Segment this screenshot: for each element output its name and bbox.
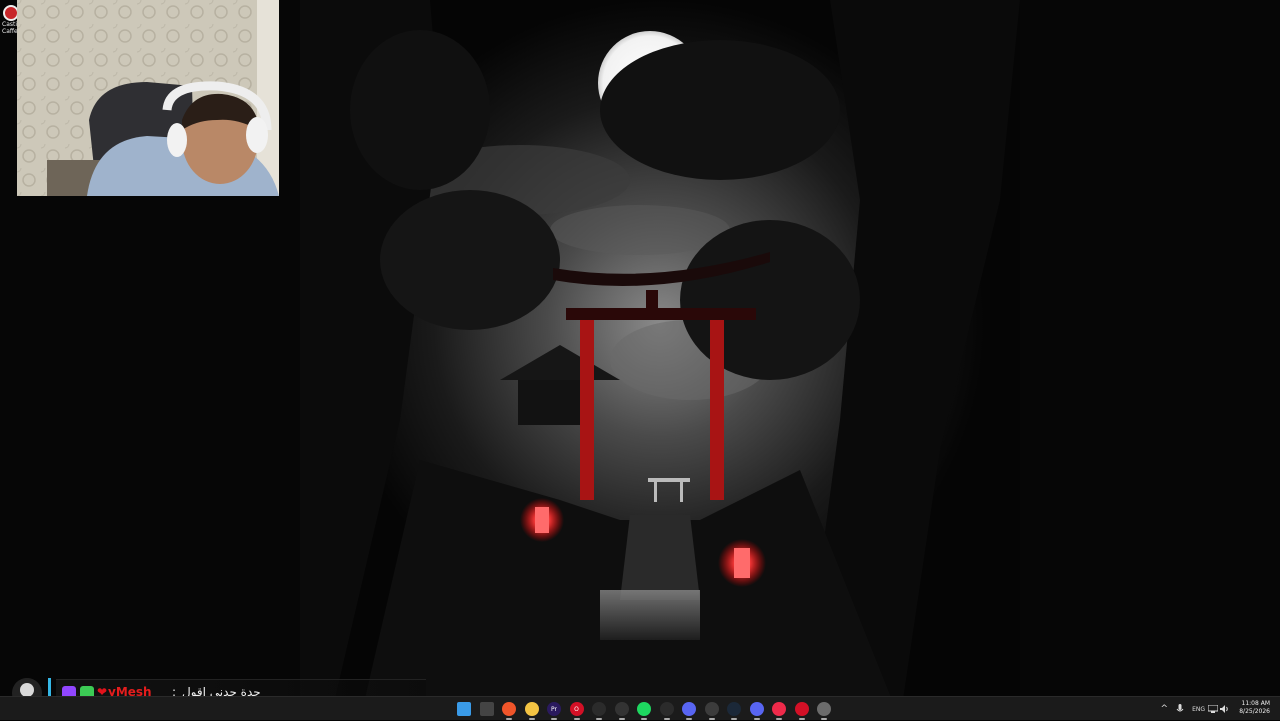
gamepad-icon xyxy=(614,702,629,716)
language-indicator[interactable]: ENG xyxy=(1192,697,1205,721)
clock-date: 8/25/2026 xyxy=(1239,708,1270,715)
webcam-feed xyxy=(17,0,279,196)
network-icon[interactable] xyxy=(1208,697,1218,721)
premiere-icon: Pr xyxy=(547,702,561,716)
opera-icon: O xyxy=(569,702,584,716)
red-app-icon xyxy=(794,702,809,716)
taskbar-app-discord-2[interactable] xyxy=(748,700,766,720)
taskbar-app-spotify[interactable] xyxy=(635,700,653,720)
opera-gx-icon xyxy=(772,702,786,716)
taskbar-app-capcut[interactable] xyxy=(658,700,676,720)
taskbar-app-file-explorer[interactable] xyxy=(523,700,541,720)
gear-icon xyxy=(817,702,831,716)
microphone-icon[interactable] xyxy=(1176,697,1184,721)
taskbar-app-start[interactable] xyxy=(455,700,473,718)
spotify-icon xyxy=(637,702,651,716)
taskbar-app-premiere[interactable]: Pr xyxy=(545,700,563,720)
taskbar-app-steam[interactable] xyxy=(725,700,743,720)
taskbar-app-opera-gx[interactable] xyxy=(770,700,788,720)
taskbar-app-app-red[interactable] xyxy=(793,700,811,720)
taskbar-app-obs[interactable] xyxy=(590,700,608,720)
taskbar-app-gaming[interactable] xyxy=(613,700,631,720)
discord-icon xyxy=(749,702,764,716)
folder-icon xyxy=(524,702,539,716)
taskbar-app-chrome[interactable] xyxy=(703,700,721,720)
task-view-icon xyxy=(479,702,494,716)
windows-logo-icon xyxy=(457,702,471,716)
taskbar-apps: Pr O xyxy=(455,700,833,720)
discord-icon xyxy=(682,702,696,716)
webcam-overlay xyxy=(17,0,279,196)
taskbar-app-opera[interactable]: O xyxy=(568,700,586,720)
capcut-icon xyxy=(659,702,674,716)
taskbar: Pr O ^ ENG 11:08 AM 8/25/2026 xyxy=(0,696,1280,720)
clock-time: 11:08 AM xyxy=(1241,700,1270,707)
taskbar-app-task-view[interactable] xyxy=(478,700,496,718)
volume-icon[interactable] xyxy=(1220,697,1230,721)
tray-overflow-chevron-icon[interactable]: ^ xyxy=(1160,697,1168,721)
obs-icon xyxy=(592,702,606,716)
steam-icon xyxy=(727,702,741,716)
chrome-icon xyxy=(704,702,719,716)
taskbar-app-settings[interactable] xyxy=(815,700,833,720)
taskbar-app-brave[interactable] xyxy=(500,700,518,720)
clock[interactable]: 11:08 AM 8/25/2026 xyxy=(1230,700,1270,716)
brave-icon xyxy=(502,702,516,716)
taskbar-app-discord[interactable] xyxy=(680,700,698,720)
